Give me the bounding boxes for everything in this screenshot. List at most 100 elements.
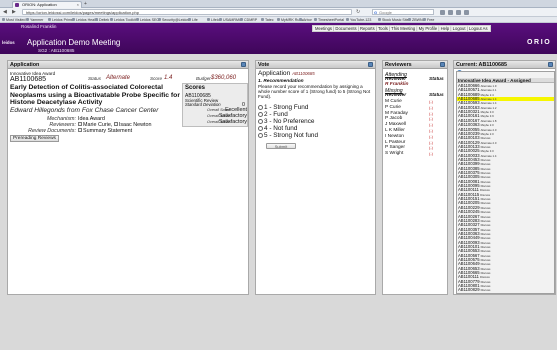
browser-tab[interactable]: ORION: Application × xyxy=(12,1,82,8)
missing-reviewer: P Sanger xyxy=(385,145,405,151)
application-id: AB1100685 xyxy=(10,76,47,83)
reviewer-status-badge: (-) xyxy=(429,110,433,116)
application-panel-header: Application xyxy=(8,61,248,69)
status-label: Status xyxy=(88,76,102,81)
google-icon: G xyxy=(374,10,378,15)
vote-panel: Vote Application AB1100685 1. Recommenda… xyxy=(255,60,376,295)
tab-title: ORION: Application xyxy=(22,2,57,7)
score-label: Score xyxy=(150,76,163,81)
document-checkbox[interactable] xyxy=(78,128,82,133)
leidos-logo: leidos xyxy=(2,40,15,45)
home-icon[interactable] xyxy=(456,10,461,15)
reviewer-status-badge: (-) xyxy=(429,104,433,110)
radio-icon[interactable] xyxy=(258,111,263,117)
scores-box: Scores AB1100685 Scientific Review Stand… xyxy=(182,83,248,127)
scores-header: Scores xyxy=(185,85,206,91)
reviewer-status-badge: (-) xyxy=(429,145,433,151)
vote-instructions: Please record your recommendation by ass… xyxy=(258,84,371,100)
radio-icon[interactable] xyxy=(258,132,263,138)
missing-reviewer: M Curie xyxy=(385,99,402,104)
application-list[interactable]: Innovative Idea Award - Assigned AB11006… xyxy=(456,71,555,294)
forward-icon[interactable]: ▶ xyxy=(12,10,16,15)
downloads-icon[interactable] xyxy=(448,10,453,15)
radio-icon[interactable] xyxy=(258,125,263,131)
vote-application-id: AB1100685 xyxy=(292,71,315,76)
new-tab-button[interactable]: + xyxy=(84,1,87,7)
review-documents-label: Review Documents: xyxy=(28,128,76,134)
reviewer-status-badge: (-) xyxy=(429,133,433,139)
vote-option-4[interactable]: 4 - Not fund xyxy=(258,125,297,132)
bookmark-star-icon[interactable] xyxy=(440,10,445,15)
collapse-reviewers-icon[interactable] xyxy=(440,62,445,67)
application-panel: Application Innovative Idea Award AB1100… xyxy=(7,60,249,295)
menu-item-help[interactable]: Help xyxy=(437,26,449,31)
collapse-vote-icon[interactable] xyxy=(368,62,373,67)
reviewer-checkbox[interactable] xyxy=(113,122,118,127)
principal-investigator: Edward Hillegonds from Fox Chase Cancer … xyxy=(10,107,159,114)
status-column-header: Status xyxy=(429,77,444,82)
orion-favicon-icon xyxy=(15,3,19,7)
page-title: Application Demo Meeting xyxy=(27,38,121,47)
back-icon[interactable]: ◀ xyxy=(3,10,7,15)
browser-tab-bar: ORION: Application × + xyxy=(0,0,557,8)
attending-reviewer: R Franklin xyxy=(385,82,409,87)
missing-reviewer: P Jacob xyxy=(385,116,403,122)
menu-item-logout[interactable]: Logout xyxy=(449,26,465,31)
missing-reviewer: I Newton xyxy=(385,133,404,139)
missing-reviewer: M Faraday xyxy=(385,110,408,116)
menu-item-logout-as[interactable]: Logout As xyxy=(465,26,487,31)
vote-panel-header: Vote xyxy=(256,61,375,69)
missing-reviewer: J Maxwell xyxy=(385,122,407,128)
reviewer-status-badge: (-) xyxy=(429,151,433,157)
reload-icon[interactable]: ↻ xyxy=(356,10,360,15)
budget-value: $360,060 xyxy=(211,75,237,81)
reviewer-checkbox[interactable] xyxy=(78,122,82,127)
application-list-header: Innovative Idea Award - Assigned xyxy=(457,78,554,83)
user-name: Rosalind Franklin xyxy=(21,24,57,29)
missing-reviewer: L K Miller xyxy=(385,128,405,133)
menu-item-my-profile[interactable]: My Profile xyxy=(415,26,437,31)
review-documents-value: Summary Statement xyxy=(78,128,132,134)
budget-label: Budget xyxy=(196,76,211,81)
application-title: Early Detection of Colitis-associated Co… xyxy=(10,84,180,107)
search-field[interactable]: G Google xyxy=(372,9,434,15)
menu-item-this-meeting[interactable]: This Meeting xyxy=(388,26,415,31)
reviewer-column-header: Reviewer xyxy=(385,93,407,98)
status-value: Alternate xyxy=(106,75,131,81)
vote-option-1[interactable]: 1 - Strong Fund xyxy=(258,104,308,111)
vote-title: Application AB1100685 xyxy=(258,70,315,77)
vote-option-5[interactable]: 5 - Strong Not fund xyxy=(258,132,318,139)
prereading-reviews-tab[interactable]: Prereading Reviews xyxy=(10,135,59,142)
std-dev-label: Standard Deviation xyxy=(185,102,221,107)
application-list-item[interactable]: AB1100953Discuss xyxy=(457,293,554,294)
radio-icon[interactable] xyxy=(258,104,263,110)
menu-item-meetings[interactable]: Meetings xyxy=(315,26,332,31)
reviewers-panel-header: Reviewers xyxy=(383,61,447,69)
collapse-current-icon[interactable] xyxy=(548,62,553,67)
app-header: Rosalind Franklin leidos Application Dem… xyxy=(0,23,557,54)
top-menu: MeetingsDocumentsReportsToolsThis Meetin… xyxy=(312,25,491,32)
current-panel-header: Current: AB1100685 xyxy=(454,61,555,69)
missing-reviewer: P Curie xyxy=(385,104,401,110)
submit-vote-button[interactable]: Submit xyxy=(266,143,296,149)
current-panel: Current: AB1100685 Innovative Idea Award… xyxy=(453,60,556,295)
collapse-application-icon[interactable] xyxy=(241,62,246,67)
vote-option-3[interactable]: 3 - No Preference xyxy=(258,118,314,125)
reviewer-status-badge: (-) xyxy=(429,139,433,145)
status-column-header: Status xyxy=(429,93,444,98)
reviewer-status-badge: (-) xyxy=(429,122,433,128)
url-field[interactable]: https://orion.leidossi.com/leidos/pages/… xyxy=(22,9,352,15)
reviewer-status-badge: (-) xyxy=(429,99,433,104)
score-value: 1.4 xyxy=(164,75,173,81)
menu-icon[interactable] xyxy=(464,10,469,15)
summary-statement-link[interactable]: Summary Statement xyxy=(83,128,132,134)
menu-item-reports[interactable]: Reports xyxy=(357,26,375,31)
reviewers-panel: Reviewers Attending Reviewer Status R Frank… xyxy=(382,60,448,295)
missing-reviewer: S Wright xyxy=(385,151,404,157)
menu-item-documents[interactable]: Documents xyxy=(332,26,357,31)
radio-icon[interactable] xyxy=(258,118,263,124)
vote-option-2[interactable]: 2 - Fund xyxy=(258,111,288,118)
menu-item-tools[interactable]: Tools xyxy=(375,26,388,31)
address-toolbar: ◀ ▶ https://orion.leidossi.com/leidos/pa… xyxy=(0,8,557,17)
page-subtitle: SG2 : AB1100685 xyxy=(38,48,75,53)
